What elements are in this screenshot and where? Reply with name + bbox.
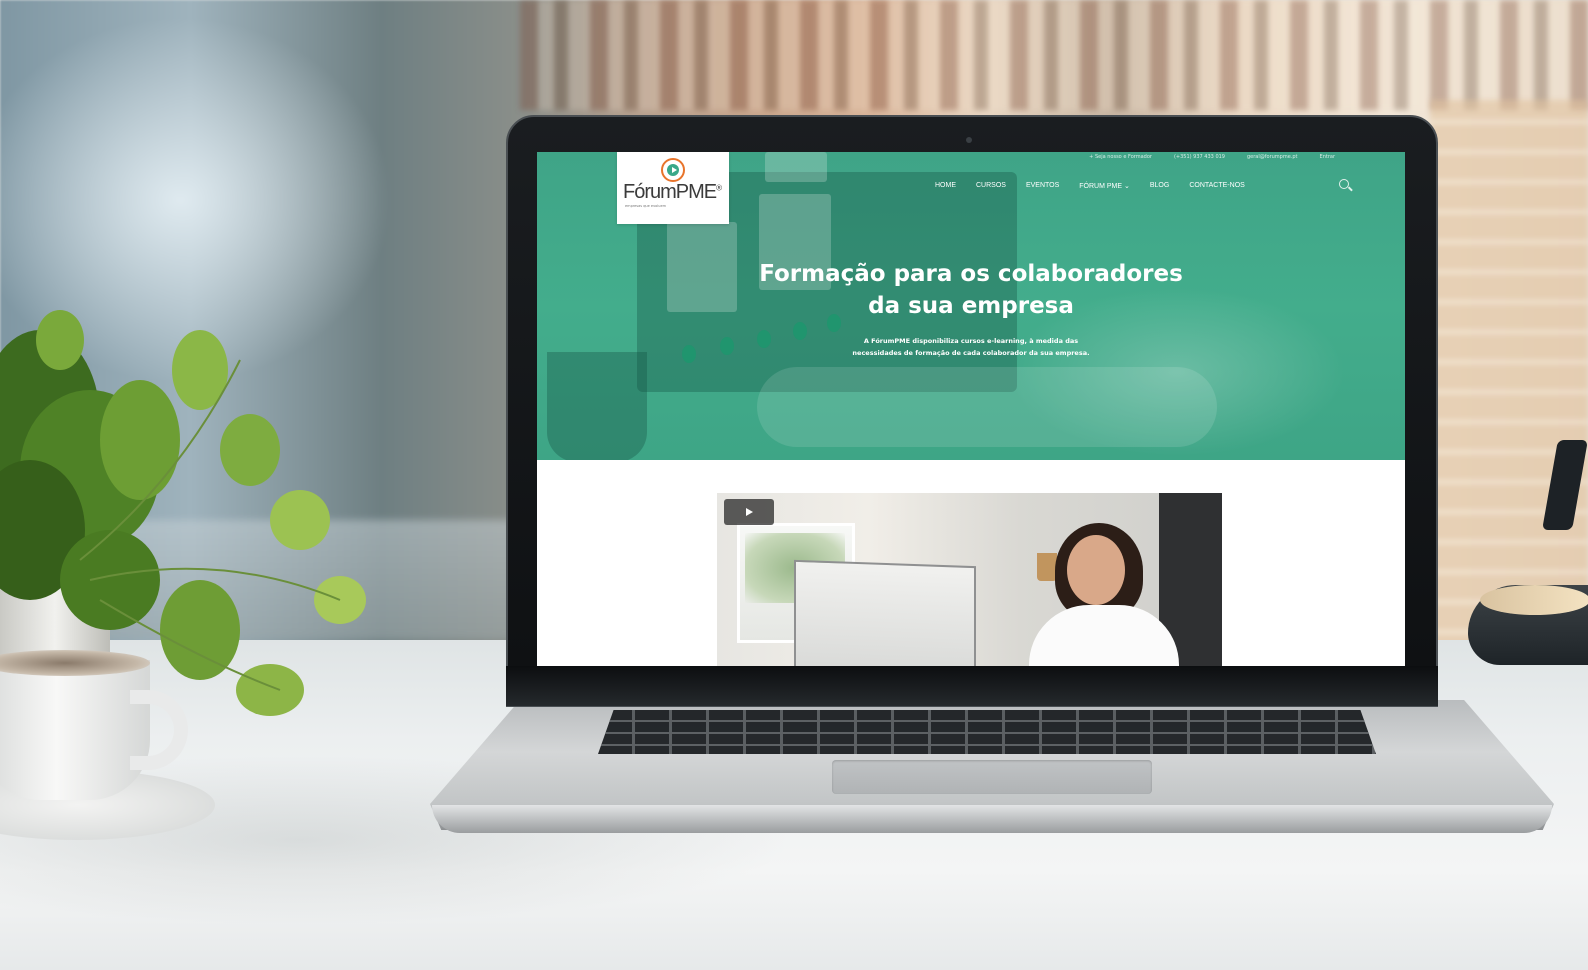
photo-scene: + Seja nosso e Formador (+351) 937 433 0… xyxy=(0,0,1588,970)
login-link[interactable]: Entrar xyxy=(1320,154,1335,160)
phone-link[interactable]: (+351) 937 433 019 xyxy=(1174,154,1225,160)
logo-tagline: empresas que evoluem xyxy=(625,204,667,208)
laptop-front-edge xyxy=(432,805,1552,833)
blurred-bookshelf xyxy=(520,0,1588,110)
laptop-bezel-bottom xyxy=(506,666,1438,706)
nav-item-cursos[interactable]: CURSOS xyxy=(976,182,1006,190)
hero-title: Formação para os colaboradores da sua em… xyxy=(759,261,1183,319)
hero-description: A FórumPME disponibiliza cursos e-learni… xyxy=(852,337,1090,357)
laptop-trackpad xyxy=(832,760,1152,794)
hero-background-hands xyxy=(757,367,1217,447)
become-trainer-link[interactable]: + Seja nosso e Formador xyxy=(1089,154,1152,160)
play-icon[interactable] xyxy=(724,499,774,525)
top-info-bar: + Seja nosso e Formador (+351) 937 433 0… xyxy=(1089,152,1335,162)
webcam-icon xyxy=(966,137,972,143)
video-call-tile xyxy=(765,152,827,182)
nav-item-contacte-nos[interactable]: CONTACTE-NOS xyxy=(1189,182,1244,190)
video-scene-person-body xyxy=(1029,605,1179,666)
play-logo-icon xyxy=(661,158,685,182)
video-scene-person-face xyxy=(1067,535,1125,605)
video-scene-monitor xyxy=(794,559,976,666)
email-link[interactable]: geral@forumpme.pt xyxy=(1247,154,1298,160)
nav-item-forum-pme[interactable]: FÓRUM PME ⌄ xyxy=(1079,182,1130,190)
main-nav: HOME CURSOS EVENTOS FÓRUM PME ⌄ BLOG CON… xyxy=(935,182,1245,190)
intro-video[interactable] xyxy=(717,493,1222,666)
nav-item-eventos[interactable]: EVENTOS xyxy=(1026,182,1059,190)
lamp-brass-top xyxy=(1480,585,1588,615)
search-icon[interactable] xyxy=(1339,179,1349,189)
hero-banner: + Seja nosso e Formador (+351) 937 433 0… xyxy=(537,152,1405,460)
logo-wordmark: FórumPME® xyxy=(623,181,722,203)
site-logo[interactable]: FórumPME® empresas que evoluem xyxy=(617,152,729,224)
laptop-screen: + Seja nosso e Formador (+351) 937 433 0… xyxy=(537,152,1405,666)
coffee-cup xyxy=(0,660,150,800)
hero-background-cup xyxy=(547,352,647,460)
blurred-brick-wall xyxy=(1430,100,1588,660)
keyboard-rows xyxy=(598,710,1376,754)
nav-item-home[interactable]: HOME xyxy=(935,182,956,190)
nav-item-blog[interactable]: BLOG xyxy=(1150,182,1169,190)
video-scene-plant-pot xyxy=(1037,553,1057,581)
